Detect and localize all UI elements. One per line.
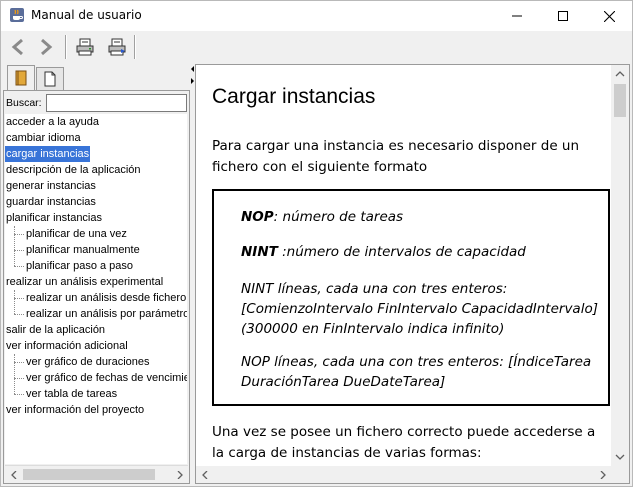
tree-subitem[interactable]: ver gráfico de fechas de vencimie bbox=[25, 370, 187, 386]
tree-item[interactable]: cargar instancias bbox=[5, 146, 91, 162]
toolbar-separator bbox=[65, 35, 67, 59]
title-bar: Manual de usuario bbox=[1, 1, 632, 31]
document-icon bbox=[44, 71, 56, 87]
format-nint-lines-3: (300000 en FinIntervalo indica infinito) bbox=[241, 321, 505, 337]
tree-connector bbox=[14, 234, 24, 235]
content-horizontal-scrollbar[interactable] bbox=[196, 466, 611, 483]
close-button[interactable] bbox=[586, 1, 632, 31]
tree-connector bbox=[14, 354, 15, 394]
tree-subitem[interactable]: planificar manualmente bbox=[25, 242, 141, 258]
maximize-icon bbox=[558, 11, 568, 21]
format-box: NOP: número de tareas NINT :número de in… bbox=[212, 189, 610, 406]
tree-item[interactable]: acceder a la ayuda bbox=[5, 114, 100, 130]
format-nint-key: NINT bbox=[241, 244, 278, 260]
back-button[interactable] bbox=[6, 35, 30, 59]
tree-item[interactable]: realizar un análisis experimental bbox=[5, 274, 164, 290]
tree-connector bbox=[14, 250, 24, 251]
format-nop-key: NOP bbox=[241, 209, 274, 225]
print-icon bbox=[76, 38, 94, 56]
tree-horizontal-scrollbar[interactable] bbox=[5, 465, 188, 482]
tab-index[interactable] bbox=[36, 67, 64, 90]
intro-paragraph: Para cargar una instancia es necesario d… bbox=[212, 138, 580, 175]
scroll-down-arrow-icon[interactable] bbox=[611, 450, 629, 464]
search-label: Buscar: bbox=[6, 97, 42, 109]
toolbar-separator bbox=[134, 35, 136, 59]
format-nint-desc: :número de intervalos de capacidad bbox=[277, 244, 526, 260]
forward-button[interactable] bbox=[34, 35, 58, 59]
content-vertical-scrollbar[interactable] bbox=[611, 65, 629, 466]
tab-contents[interactable] bbox=[7, 65, 35, 90]
topic-tree[interactable]: acceder a la ayuda cambiar idioma cargar i… bbox=[5, 114, 187, 464]
scroll-thumb[interactable] bbox=[23, 469, 155, 480]
page-title: Cargar instancias bbox=[212, 85, 376, 108]
tree-connector bbox=[14, 290, 15, 314]
navigator-tabs bbox=[3, 64, 190, 90]
minimize-button[interactable] bbox=[494, 1, 540, 31]
format-nop-line: NOP: número de tareas bbox=[241, 207, 591, 227]
help-content: Cargar instancias Para cargar una instan… bbox=[196, 65, 611, 466]
tree-item[interactable]: descripción de la aplicación bbox=[5, 162, 142, 178]
scroll-right-arrow-icon[interactable] bbox=[171, 466, 188, 483]
tree-item[interactable]: ver información adicional bbox=[5, 338, 129, 354]
format-nint-lines-1: NINT líneas, cada una con tres enteros: bbox=[241, 281, 508, 297]
tree-subitem[interactable]: planificar de una vez bbox=[25, 226, 128, 242]
tree-item[interactable]: planificar instancias bbox=[5, 210, 103, 226]
tree-connector bbox=[14, 394, 24, 395]
tree-connector bbox=[14, 378, 24, 379]
format-nop-desc: : número de tareas bbox=[273, 209, 404, 225]
tree-item[interactable]: salir de la aplicación bbox=[5, 322, 106, 338]
tree-item[interactable]: generar instancias bbox=[5, 178, 97, 194]
navigator-pane: Buscar: acceder a la ayuda cambiar idioma… bbox=[3, 64, 190, 484]
tree-subitem[interactable]: planificar paso a paso bbox=[25, 258, 134, 274]
outro-paragraph: Una vez se posee un fichero correcto pue… bbox=[212, 424, 596, 461]
format-nint-line: NINT :número de intervalos de capacidad bbox=[241, 242, 591, 262]
book-icon bbox=[15, 70, 27, 86]
search-panel: Buscar: acceder a la ayuda cambiar idioma… bbox=[3, 90, 190, 484]
search-input[interactable] bbox=[46, 94, 187, 112]
minimize-icon bbox=[512, 15, 522, 17]
tree-subitem[interactable]: ver gráfico de duraciones bbox=[25, 354, 151, 370]
toolbar bbox=[1, 31, 632, 63]
page-setup-icon bbox=[108, 38, 126, 56]
tree-item[interactable]: ver información del proyecto bbox=[5, 402, 145, 418]
scrollbar-corner bbox=[611, 466, 629, 483]
tree-subitem[interactable]: ver tabla de tareas bbox=[25, 386, 118, 402]
format-nop-lines-1: NOP líneas, cada una con tres enteros: [… bbox=[241, 354, 592, 370]
tree-connector bbox=[14, 362, 24, 363]
scroll-left-arrow-icon[interactable] bbox=[5, 466, 22, 483]
tree-subitem[interactable]: realizar un análisis por parámetros bbox=[25, 306, 187, 322]
content-pane: Cargar instancias Para cargar una instan… bbox=[195, 64, 630, 484]
scroll-right-arrow-icon[interactable] bbox=[594, 466, 611, 483]
maximize-button[interactable] bbox=[540, 1, 586, 31]
java-cup-icon bbox=[9, 7, 25, 23]
scroll-left-arrow-icon[interactable] bbox=[196, 466, 213, 483]
scroll-thumb[interactable] bbox=[614, 84, 626, 117]
tree-connector bbox=[14, 266, 24, 267]
format-nop-lines-2: DuraciónTarea DueDateTarea] bbox=[241, 374, 446, 390]
back-arrow-icon bbox=[11, 38, 23, 56]
help-window: Manual de usuario Buscar: acceder a la a… bbox=[0, 0, 633, 487]
tree-item[interactable]: guardar instancias bbox=[5, 194, 97, 210]
page-setup-button[interactable] bbox=[105, 35, 129, 59]
window-title: Manual de usuario bbox=[31, 8, 142, 22]
tree-item[interactable]: cambiar idioma bbox=[5, 130, 82, 146]
print-button[interactable] bbox=[73, 35, 97, 59]
scroll-up-arrow-icon[interactable] bbox=[611, 67, 629, 81]
format-nint-lines-2: [ComienzoIntervalo FinIntervalo Capacida… bbox=[241, 301, 598, 317]
forward-arrow-icon bbox=[41, 38, 53, 56]
search-row: Buscar: bbox=[5, 94, 189, 112]
tree-connector bbox=[14, 298, 24, 299]
tree-connector bbox=[14, 226, 15, 266]
tree-connector bbox=[14, 314, 24, 315]
tree-subitem[interactable]: realizar un análisis desde fichero bbox=[25, 290, 187, 306]
close-icon bbox=[603, 10, 615, 22]
